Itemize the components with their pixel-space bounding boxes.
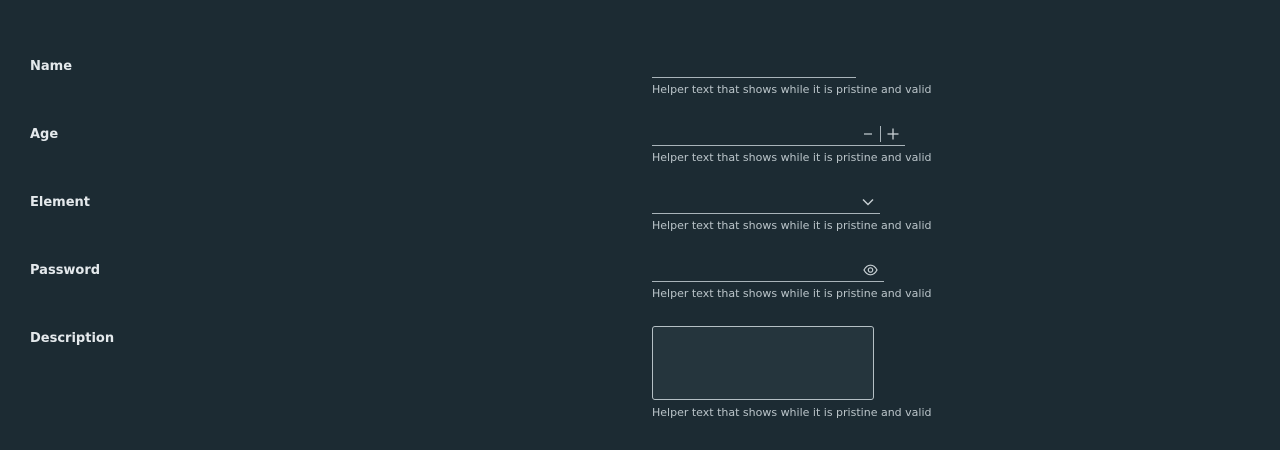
age-input[interactable]: [652, 122, 852, 144]
password-field: [652, 258, 884, 282]
age-helper-text: Helper text that shows while it is prist…: [652, 151, 932, 164]
name-label: Name: [30, 59, 73, 74]
chevron-down-icon[interactable]: [860, 194, 876, 210]
password-helper-text: Helper text that shows while it is prist…: [652, 287, 932, 300]
eye-icon[interactable]: [862, 262, 878, 278]
age-field: [652, 122, 905, 146]
name-control: Helper text that shows while it is prist…: [652, 54, 932, 97]
name-field: [652, 54, 856, 78]
stepper-divider: [880, 126, 881, 142]
element-helper-text: Helper text that shows while it is prist…: [652, 219, 932, 232]
form: Name Helper text that shows while it is …: [0, 0, 1280, 450]
element-control: Helper text that shows while it is prist…: [652, 190, 932, 233]
element-label: Element: [30, 195, 90, 210]
description-label: Description: [30, 331, 115, 346]
description-control: Helper text that shows while it is prist…: [652, 326, 932, 420]
element-select[interactable]: [652, 190, 880, 214]
password-control: Helper text that shows while it is prist…: [652, 258, 932, 301]
age-control: Helper text that shows while it is prist…: [652, 122, 932, 165]
age-label: Age: [30, 127, 59, 142]
password-label: Password: [30, 263, 101, 278]
minus-icon[interactable]: [860, 126, 876, 142]
plus-icon[interactable]: [885, 126, 901, 142]
password-input[interactable]: [652, 258, 852, 280]
description-helper-text: Helper text that shows while it is prist…: [652, 406, 932, 419]
name-input[interactable]: [652, 54, 856, 76]
name-helper-text: Helper text that shows while it is prist…: [652, 83, 932, 96]
description-textarea[interactable]: [652, 326, 874, 400]
